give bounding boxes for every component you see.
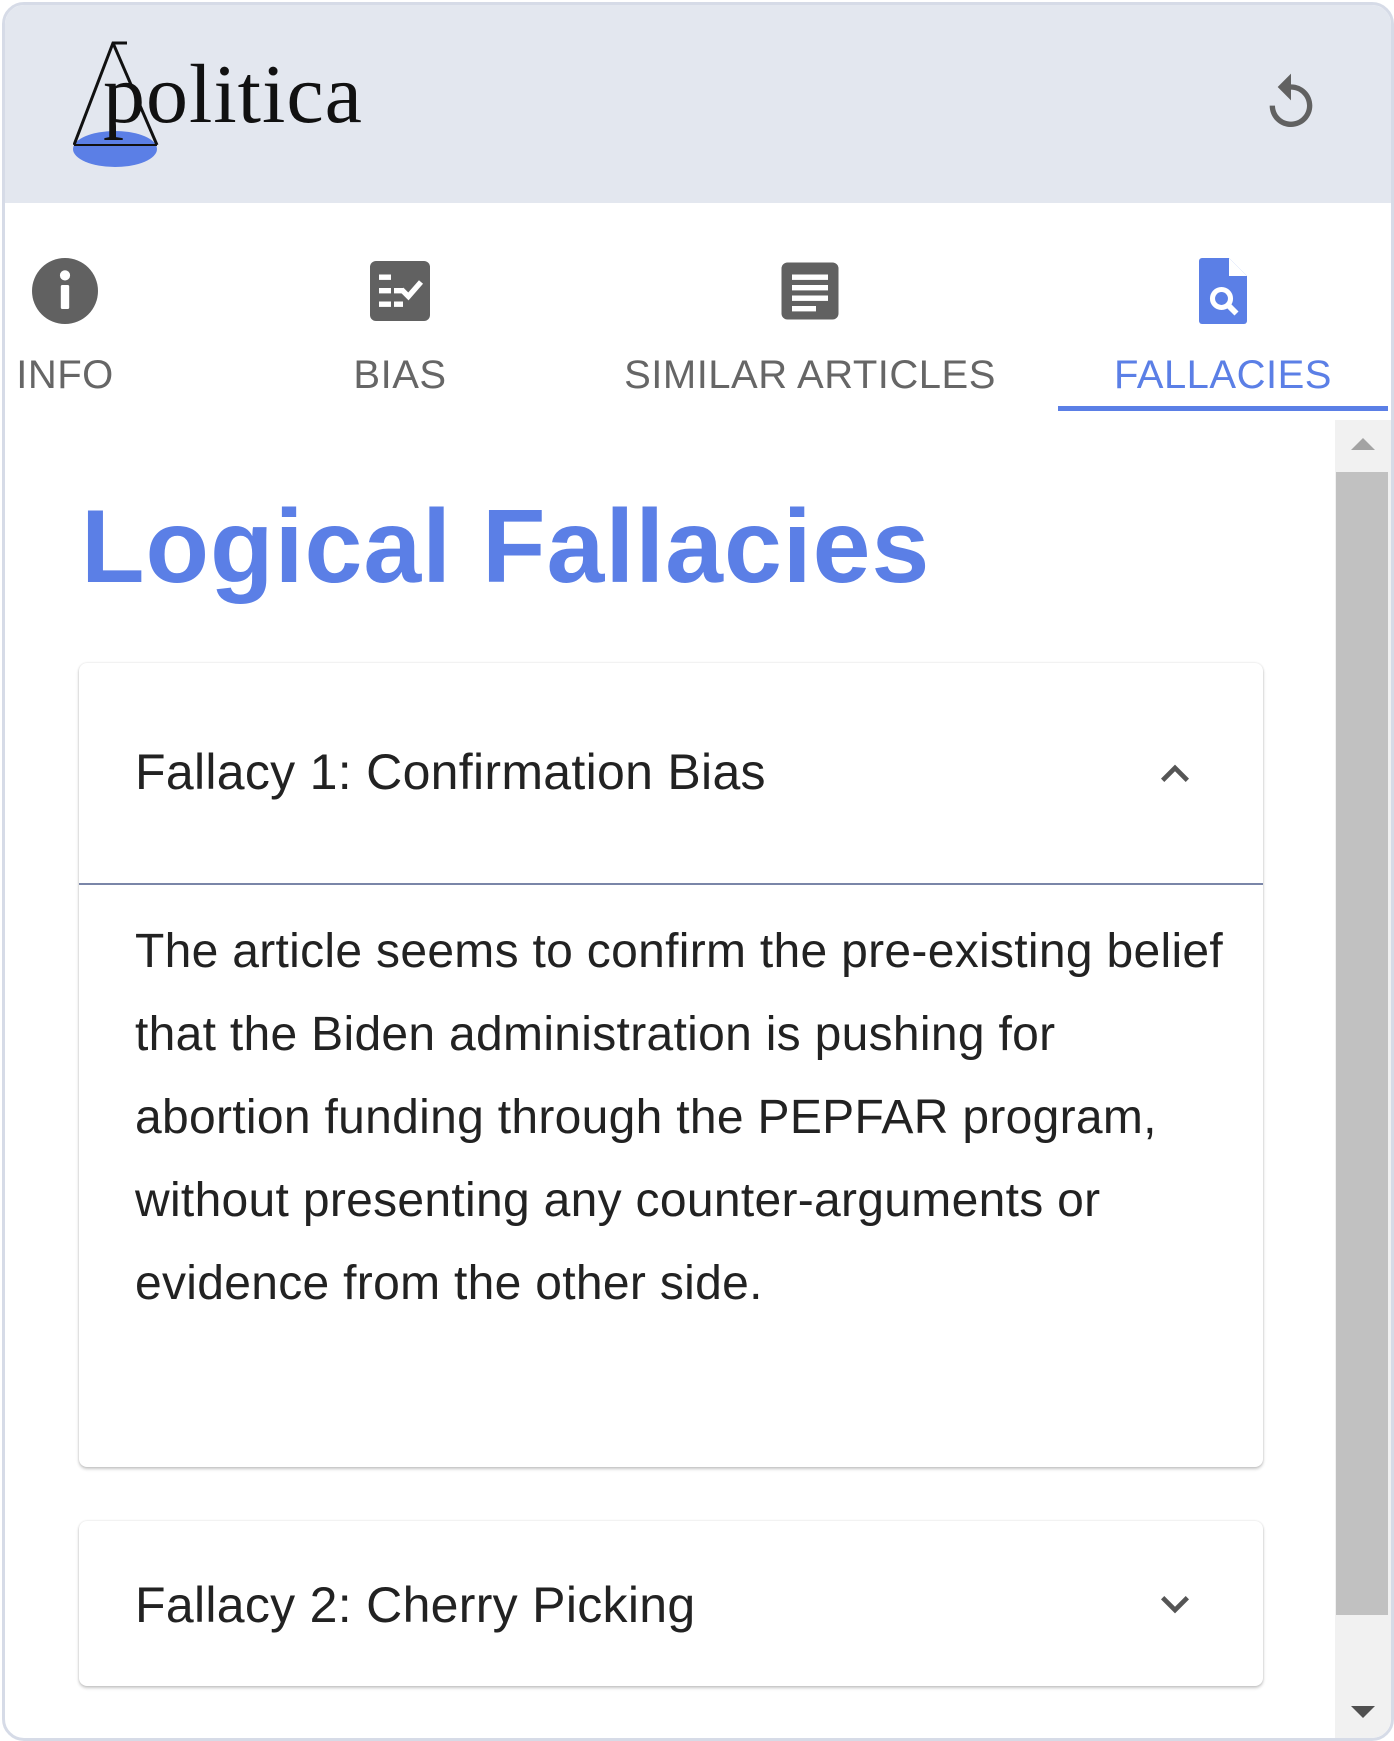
fallacy-title: Fallacy 2: Cherry Picking: [135, 1577, 696, 1633]
fallacy-title: Fallacy 1: Confirmation Bias: [135, 744, 766, 800]
fallacies-panel: Logical Fallacies Fallacy 1: Confirmatio…: [5, 418, 1333, 1738]
tab-label: INFO: [16, 353, 114, 397]
tab-similar-articles[interactable]: SIMILAR ARTICLES: [605, 203, 1015, 415]
fallacy-description: The article seems to confirm the pre-exi…: [135, 925, 1224, 1310]
document-search-icon: [1199, 258, 1247, 324]
fallacy-accordion-item: Fallacy 2: Cherry Picking: [79, 1521, 1263, 1686]
scroll-down-arrow-icon[interactable]: [1349, 1702, 1377, 1722]
brand-name: politica: [103, 48, 363, 141]
page-title: Logical Fallacies: [81, 489, 931, 605]
chevron-down-icon: [1161, 1596, 1189, 1614]
scrollbar[interactable]: [1335, 420, 1391, 1738]
fallacy-2-header[interactable]: Fallacy 2: Cherry Picking: [79, 1521, 1263, 1686]
scroll-up-arrow-icon[interactable]: [1349, 434, 1377, 454]
reload-icon: [1269, 73, 1313, 127]
tab-label: FALLACIES: [1114, 353, 1332, 397]
politica-logo: politica: [73, 35, 433, 185]
tab-bar: INFO BIAS SIMILAR ARTICLES FALLACIES: [5, 203, 1391, 418]
scrollbar-thumb[interactable]: [1336, 472, 1388, 1615]
info-icon: [32, 258, 98, 324]
fallacy-1-header[interactable]: Fallacy 1: Confirmation Bias: [79, 663, 1263, 885]
header: politica: [5, 5, 1391, 203]
fallacy-accordion-item: Fallacy 1: Confirmation Bias The article…: [79, 663, 1263, 1467]
active-tab-indicator: [1058, 406, 1388, 411]
tab-info[interactable]: INFO: [5, 203, 125, 415]
tab-label: BIAS: [353, 353, 447, 397]
tab-fallacies[interactable]: FALLACIES: [1058, 203, 1388, 415]
tab-label: SIMILAR ARTICLES: [624, 353, 996, 397]
article-icon: [781, 262, 839, 320]
reload-button[interactable]: [1251, 63, 1331, 143]
tab-bias[interactable]: BIAS: [295, 203, 505, 415]
extension-popup: politica INFO BIAS SIMILAR ARTICLES FALL…: [2, 2, 1394, 1741]
checklist-icon: [370, 261, 430, 321]
chevron-up-icon: [1161, 764, 1189, 782]
